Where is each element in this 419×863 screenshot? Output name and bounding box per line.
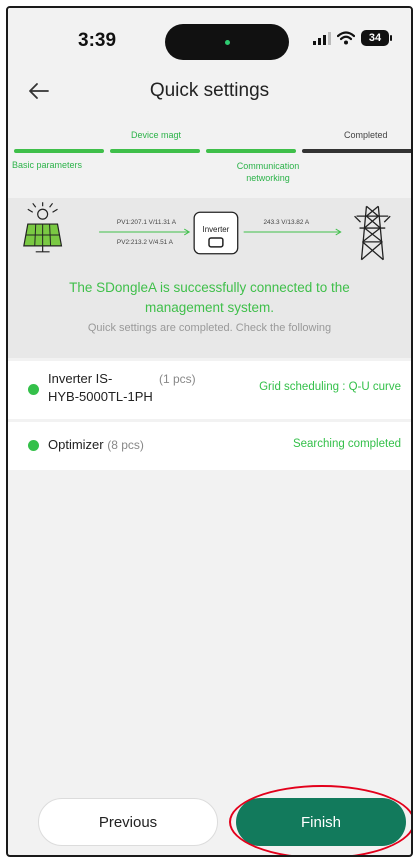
completion-note: Quick settings are completed. Check the … [87, 322, 332, 334]
step-label-device-magt: Device magt [131, 130, 182, 140]
success-message: The SDongleA is successfully connected t… [69, 280, 350, 315]
status-dot-icon [28, 384, 39, 395]
step-line-completed [302, 149, 411, 153]
pv2-reading: PV2:213.2 V/4.51 A [117, 239, 174, 246]
grid-reading: 243.3 V/13.82 A [263, 219, 309, 226]
optimizer-label: Optimizer [48, 437, 104, 452]
optimizer-status: Searching completed [292, 438, 401, 450]
transmission-tower-icon [354, 205, 391, 261]
finish-button[interactable]: Finish [236, 798, 406, 846]
step-label-basic-parameters: Basic parameters [12, 160, 83, 170]
inverter-label: Inverter [203, 225, 230, 234]
connection-panel: PV1:207.1 V/11.31 A PV2:213.2 V/4.51 A I… [8, 198, 411, 358]
inverter-count: (1 pcs) [159, 372, 196, 386]
step-line-communication [206, 149, 296, 153]
wifi-icon [337, 31, 355, 45]
inverter-name-line1: Inverter IS- [48, 371, 113, 386]
device-row-inverter[interactable]: Inverter IS- HYB-5000TL-1PH (1 pcs) Grid… [8, 361, 411, 419]
energy-flow-diagram: PV1:207.1 V/11.31 A PV2:213.2 V/4.51 A I… [23, 202, 391, 261]
optimizer-name: Optimizer (8 pcs) [48, 437, 144, 453]
inverter-name: Inverter IS- HYB-5000TL-1PH [48, 371, 153, 404]
pv1-reading: PV1:207.1 V/11.31 A [117, 219, 177, 226]
battery-icon: 34 [361, 30, 392, 46]
phone-screen: 3:39 34 Quick settings Device magt Compl… [6, 6, 413, 857]
solar-panel-icon [23, 202, 63, 253]
step-progress: Device magt Completed Basic parameters C… [8, 120, 411, 196]
status-icons: 34 [313, 30, 392, 46]
dynamic-island [165, 24, 289, 60]
step-line-basic [14, 149, 104, 153]
step-label-completed: Completed [344, 130, 388, 140]
camera-indicator-icon [225, 40, 230, 45]
header: Quick settings [8, 68, 411, 118]
page-title: Quick settings [149, 80, 270, 101]
status-dot-icon [28, 440, 39, 451]
step-label-communication: Communication networking [236, 161, 300, 183]
device-row-optimizer[interactable]: Optimizer (8 pcs) Searching completed [8, 422, 411, 470]
inverter-name-line2: HYB-5000TL-1PH [48, 389, 153, 404]
status-bar: 3:39 34 [8, 8, 411, 68]
optimizer-count: (8 pcs) [107, 438, 144, 452]
signal-icon [313, 31, 331, 45]
clock: 3:39 [78, 30, 117, 51]
previous-button[interactable]: Previous [38, 798, 218, 846]
inverter-status: Grid scheduling : Q-U curve [259, 381, 401, 393]
step-line-device [110, 149, 200, 153]
